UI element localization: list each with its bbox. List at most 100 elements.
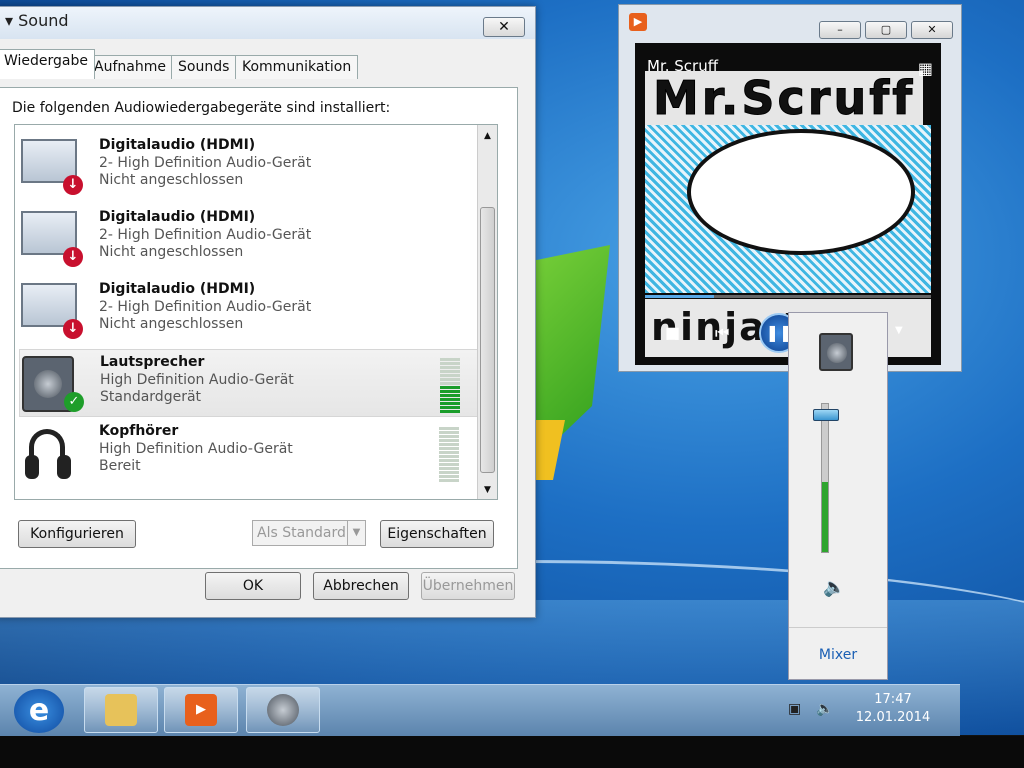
device-name: Digitalaudio (HDMI) — [99, 137, 256, 153]
explorer-folder-icon — [105, 694, 137, 726]
level-segment — [440, 410, 460, 413]
level-segment — [439, 435, 459, 438]
properties-button[interactable]: Eigenschaften — [380, 520, 494, 548]
taskbar: e ▶ ▣ 🔈 17:47 12.01.2014 — [0, 684, 960, 736]
level-segment — [440, 402, 460, 405]
device-status: Bereit — [99, 458, 141, 474]
level-segment — [439, 459, 459, 462]
tab-sounds[interactable]: Sounds — [171, 55, 237, 79]
mixer-link[interactable]: Mixer — [789, 647, 887, 663]
restore-button[interactable]: ▢ — [865, 21, 907, 39]
cancel-button[interactable]: Abbrechen — [313, 572, 409, 600]
device-status: Nicht angeschlossen — [99, 172, 244, 188]
tab-aufnahme[interactable]: Aufnahme — [87, 55, 173, 79]
sound-dialog: ▾ Sound ✕ Wiedergabe Aufnahme Sounds Kom… — [0, 6, 536, 618]
volume-popup: 🔈 Mixer — [788, 312, 888, 680]
level-segment — [439, 431, 459, 434]
level-segment — [439, 427, 459, 430]
device-description: 2- High Definition Audio-Gerät — [99, 299, 312, 315]
monitor-bezel — [0, 736, 1024, 768]
device-item-headphones[interactable]: Kopfhörer High Definition Audio-Gerät Be… — [19, 419, 479, 487]
default-device-check-icon: ✓ — [64, 392, 84, 412]
level-segment — [440, 362, 460, 365]
level-segment — [439, 451, 459, 454]
configure-button[interactable]: Konfigurieren — [18, 520, 136, 548]
windows-logo-yellow — [535, 420, 565, 480]
album-art-title: Mr.Scruff — [645, 71, 924, 126]
mute-speaker-icon[interactable]: 🔈 — [823, 577, 845, 598]
scroll-up-icon[interactable]: ▲ — [478, 125, 497, 141]
chevron-down-icon[interactable]: ▼ — [347, 521, 365, 545]
headphones-icon — [21, 425, 77, 481]
set-default-label: Als Standard — [257, 525, 346, 541]
media-player-icon: ▶ — [629, 13, 647, 31]
seek-bar-fill — [645, 295, 714, 298]
tab-wiedergabe[interactable]: Wiedergabe — [0, 49, 96, 79]
device-item-hdmi-3[interactable]: ↓ Digitalaudio (HDMI) 2- High Definition… — [19, 277, 479, 345]
album-art — [645, 125, 931, 293]
apply-button[interactable]: Übernehmen — [421, 572, 515, 600]
seek-bar[interactable] — [645, 295, 931, 298]
scrollbar-thumb[interactable] — [480, 207, 495, 473]
internet-explorer-glyph: e — [28, 693, 50, 728]
device-name: Kopfhörer — [99, 423, 179, 439]
taskbar-sound-button[interactable] — [246, 687, 320, 733]
device-name: Digitalaudio (HDMI) — [99, 209, 256, 225]
ok-button[interactable]: OK — [205, 572, 301, 600]
clock-time: 17:47 — [874, 692, 912, 707]
dialog-titlebar[interactable]: ▾ Sound ✕ — [0, 7, 535, 39]
device-item-speakers[interactable]: ✓ Lautsprecher High Definition Audio-Ger… — [19, 349, 479, 417]
level-segment — [439, 471, 459, 474]
taskbar-explorer-button[interactable] — [84, 687, 158, 733]
volume-slider-track[interactable] — [821, 403, 829, 553]
close-button[interactable]: ✕ — [483, 17, 525, 37]
level-segment — [439, 463, 459, 466]
tab-kommunikation[interactable]: Kommunikation — [235, 55, 359, 79]
playback-panel: Die folgenden Audiowiedergabegeräte sind… — [0, 87, 518, 569]
device-description: High Definition Audio-Gerät — [100, 372, 294, 388]
level-segment — [439, 447, 459, 450]
level-segment — [440, 406, 460, 409]
level-segment — [439, 443, 459, 446]
device-list[interactable]: ↓ Digitalaudio (HDMI) 2- High Definition… — [14, 124, 498, 500]
switch-to-library-icon[interactable]: ▦ — [918, 59, 933, 78]
network-warning-icon[interactable]: ▣ — [788, 701, 801, 717]
level-segment — [440, 374, 460, 377]
device-list-scrollbar[interactable]: ▲ ▼ — [477, 125, 497, 499]
level-segment — [440, 366, 460, 369]
volume-tray-icon[interactable]: 🔈 — [816, 701, 833, 717]
clock[interactable]: 17:47 12.01.2014 — [848, 691, 938, 727]
sound-speaker-icon — [267, 694, 299, 726]
level-segment — [439, 467, 459, 470]
set-default-dropdown[interactable]: Als Standard ▼ — [252, 520, 366, 546]
scroll-down-icon[interactable]: ▼ — [478, 485, 497, 495]
media-player-icon: ▶ — [185, 694, 217, 726]
stop-icon[interactable]: ■ — [665, 323, 680, 342]
minimize-button[interactable]: – — [819, 21, 861, 39]
level-segment — [440, 386, 460, 389]
volume-dropdown-icon[interactable]: ▼ — [895, 325, 903, 336]
device-description: 2- High Definition Audio-Gerät — [99, 227, 312, 243]
previous-icon[interactable]: ⏮ — [715, 323, 729, 343]
level-segment — [440, 394, 460, 397]
divider — [789, 627, 887, 628]
player-close-button[interactable]: ✕ — [911, 21, 953, 39]
volume-slider-fill — [822, 481, 828, 552]
artist-name: Mr. Scruff — [647, 57, 719, 75]
dialog-title-text: Sound — [18, 11, 69, 30]
device-status: Standardgerät — [100, 389, 202, 405]
disconnected-icon: ↓ — [63, 175, 83, 195]
device-status: Nicht angeschlossen — [99, 244, 244, 260]
volume-slider-thumb[interactable] — [813, 409, 839, 421]
panel-heading: Die folgenden Audiowiedergabegeräte sind… — [12, 100, 391, 116]
level-segment — [440, 390, 460, 393]
level-segment — [440, 378, 460, 381]
device-status: Nicht angeschlossen — [99, 316, 244, 332]
level-segment — [440, 382, 460, 385]
speaker-device-icon[interactable] — [819, 333, 853, 371]
device-item-hdmi-2[interactable]: ↓ Digitalaudio (HDMI) 2- High Definition… — [19, 205, 479, 273]
device-item-hdmi-1[interactable]: ↓ Digitalaudio (HDMI) 2- High Definition… — [19, 133, 479, 201]
taskbar-media-player-button[interactable]: ▶ — [164, 687, 238, 733]
level-segment — [439, 479, 459, 482]
level-segment — [439, 455, 459, 458]
